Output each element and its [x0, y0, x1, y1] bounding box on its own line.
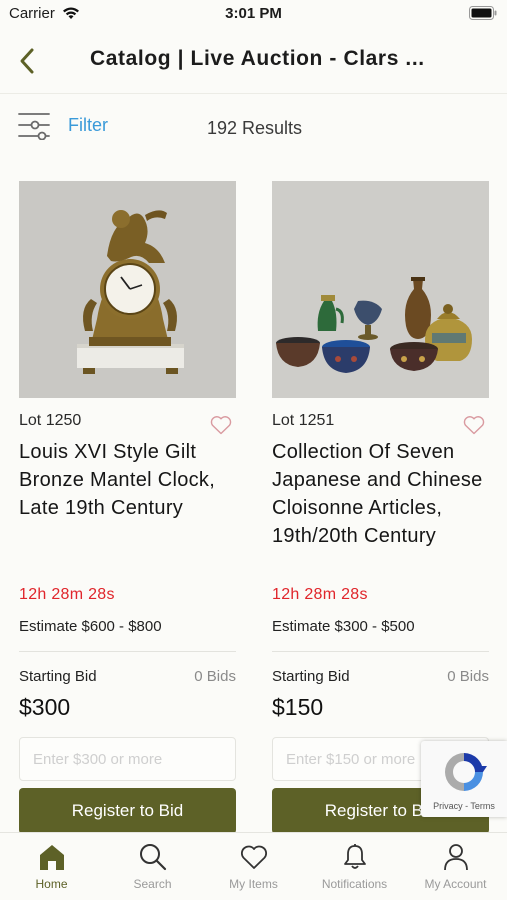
sliders-icon	[18, 113, 50, 140]
tab-label: Home	[35, 877, 68, 891]
bids-count: 0 Bids	[447, 668, 489, 685]
countdown-timer: 12h 28m 28s	[272, 586, 368, 603]
bids-count: 0 Bids	[194, 668, 236, 685]
lot-card[interactable]: Lot 1250 Louis XVI Style Gilt Bronze Man…	[19, 181, 236, 834]
recaptcha-icon	[445, 753, 487, 791]
page-title: Catalog | Live Auction - Clars ...	[90, 47, 425, 70]
recaptcha-links[interactable]: Privacy - Terms	[421, 801, 507, 811]
tab-notifications[interactable]: Notifications	[304, 841, 405, 891]
lot-number: Lot 1250	[19, 412, 82, 429]
tab-label: My Items	[229, 877, 278, 891]
tab-label: Search	[133, 877, 172, 891]
back-button[interactable]	[16, 46, 40, 76]
lot-title[interactable]: Louis XVI Style Gilt Bronze Mantel Clock…	[19, 438, 236, 578]
home-icon	[39, 845, 64, 870]
countdown-timer: 12h 28m 28s	[19, 586, 115, 603]
starting-price: $300	[19, 694, 71, 720]
estimate: Estimate $600 - $800	[19, 618, 162, 635]
clock-image	[19, 181, 236, 398]
filter-button[interactable]: Filter	[18, 107, 108, 143]
estimate: Estimate $300 - $500	[272, 618, 415, 635]
tab-my-account[interactable]: My Account	[405, 841, 506, 891]
starting-price: $150	[272, 694, 324, 720]
heart-icon	[240, 845, 267, 869]
search-icon	[139, 844, 166, 871]
nav-header: Catalog | Live Auction - Clars ...	[0, 28, 507, 94]
person-icon	[443, 844, 468, 871]
status-bar: Carrier 3:01 PM	[0, 0, 507, 28]
bid-amount-input[interactable]	[19, 737, 236, 781]
chevron-left-icon	[20, 48, 34, 74]
tab-label: My Account	[424, 877, 487, 891]
lot-number: Lot 1251	[272, 412, 335, 429]
register-to-bid-button[interactable]: Register to Bid	[19, 788, 236, 834]
tab-label: Notifications	[321, 877, 388, 891]
starting-bid-label: Starting Bid	[272, 668, 350, 685]
heart-icon[interactable]	[210, 415, 232, 435]
starting-bid-label: Starting Bid	[19, 668, 97, 685]
cloisonne-image	[272, 181, 489, 398]
clock: 3:01 PM	[225, 5, 282, 22]
heart-icon[interactable]	[463, 415, 485, 435]
tab-home[interactable]: Home	[1, 841, 102, 891]
bell-icon	[343, 844, 366, 869]
filter-bar: Filter 192 Results	[0, 95, 507, 157]
tab-search[interactable]: Search	[102, 841, 203, 891]
battery-icon	[469, 6, 497, 20]
lot-image[interactable]	[272, 181, 489, 398]
tab-bar: Home Search My Items Notifications My Ac…	[0, 832, 507, 900]
results-count: 192 Results	[207, 118, 303, 138]
lot-title[interactable]: Collection Of Seven Japanese and Chinese…	[272, 438, 489, 578]
filter-label: Filter	[68, 114, 108, 135]
tab-my-items[interactable]: My Items	[203, 841, 304, 891]
divider	[19, 651, 236, 652]
divider	[272, 651, 489, 652]
lot-image[interactable]	[19, 181, 236, 398]
lot-card[interactable]: Lot 1251 Collection Of Seven Japanese an…	[272, 181, 489, 834]
recaptcha-badge[interactable]: Privacy - Terms	[421, 741, 507, 817]
